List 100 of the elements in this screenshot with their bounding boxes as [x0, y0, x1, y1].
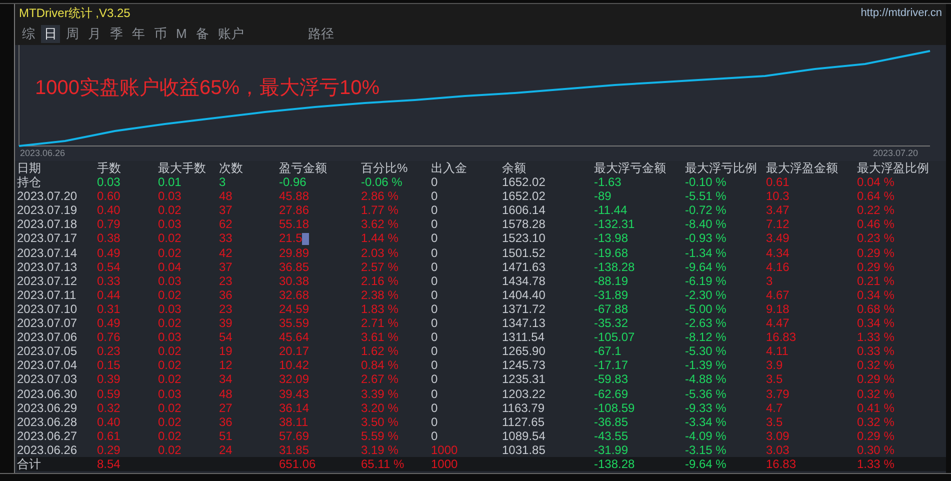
table-cell: 1.83 % — [361, 302, 398, 316]
table-cell: 0.23 % — [857, 231, 894, 246]
table-cell: 3.61 % — [361, 330, 398, 344]
table-cell: 0 — [431, 203, 438, 218]
table-cell: 0.31 — [97, 302, 120, 316]
table-cell: 2.86 % — [361, 189, 398, 204]
table-cell: 0 — [431, 217, 438, 232]
table-cell: 1652.02 — [502, 175, 546, 190]
column-header: 日期 — [17, 161, 42, 176]
table-cell: 0.60 — [97, 189, 120, 204]
table-cell: -9.33 % — [685, 400, 726, 415]
table-cell: -1.39 % — [685, 358, 726, 372]
table-cell: 0 — [431, 414, 438, 429]
tab[interactable]: 路径 — [304, 24, 337, 42]
tab[interactable]: 账户 — [214, 24, 247, 42]
table-cell: -35.32 — [594, 316, 628, 330]
table-cell: 0.02 — [158, 288, 182, 302]
table-cell: 62 — [219, 217, 232, 232]
table-cell: 48 — [219, 189, 232, 204]
table-cell: -31.99 — [594, 442, 628, 457]
table-cell: 0 — [431, 358, 438, 372]
tab[interactable]: 季 — [107, 24, 126, 42]
table-cell: 1.44 % — [361, 231, 398, 246]
table-cell: 0.29 % — [857, 428, 894, 443]
tab[interactable]: 周 — [63, 24, 82, 42]
table-cell: 29.89 — [279, 246, 310, 260]
chart-annotation: 1000实盘账户收益65%，最大浮亏10% — [35, 76, 380, 101]
table-cell: 2.03 % — [361, 246, 398, 260]
table-cell: -0.93 % — [685, 231, 726, 246]
table-cell: 0.79 — [97, 217, 120, 232]
table-cell: 7.12 — [766, 217, 790, 232]
date-cell: 2023.06.27 — [17, 428, 78, 443]
date-cell: 2023.07.04 — [17, 358, 78, 372]
table-cell: -5.00 % — [685, 302, 726, 316]
date-cell: 2023.07.10 — [17, 302, 78, 316]
table-cell: 3.79 — [766, 386, 790, 401]
table-cell: -0.10 % — [685, 175, 726, 190]
table-cell: -5.51 % — [685, 189, 726, 204]
table-cell: 0.02 — [158, 203, 182, 218]
table-cell: 0 — [431, 344, 438, 358]
table-cell: 3 — [766, 274, 773, 288]
table-cell: 0.40 — [97, 203, 120, 218]
tab[interactable]: M — [173, 24, 190, 42]
table-cell: 0.61 — [97, 428, 120, 443]
start-date-label: 2023.06.26 — [20, 147, 66, 160]
date-cell: 2023.07.07 — [17, 316, 78, 330]
table-cell: 1578.28 — [502, 217, 546, 232]
tab[interactable]: 日 — [41, 24, 60, 42]
table-cell: 39 — [219, 316, 232, 330]
table-cell: 39.43 — [279, 386, 310, 401]
table-cell: -5.30 % — [685, 344, 726, 358]
table-cell: 1471.63 — [502, 260, 546, 274]
date-cell: 2023.07.20 — [17, 189, 78, 204]
table-cell: 2.71 % — [361, 316, 398, 330]
table-cell: 0.02 — [158, 442, 182, 457]
tab[interactable]: 备 — [192, 24, 212, 42]
table-cell: 0 — [431, 246, 438, 260]
table-cell: 36 — [219, 288, 232, 302]
table-cell: -1.63 — [594, 175, 622, 190]
table-cell: -0.96 — [279, 175, 306, 190]
table-cell: 54 — [219, 330, 232, 344]
table-cell: 37 — [219, 203, 232, 218]
table-cell: 0.64 % — [857, 189, 894, 204]
table-cell: -31.89 — [594, 288, 628, 302]
table-cell: 0.32 % — [857, 358, 894, 372]
table-cell: 0.02 — [158, 231, 182, 246]
table-cell: 651.06 — [279, 456, 316, 472]
tab[interactable]: 年 — [129, 24, 148, 42]
table-cell: 0.44 — [97, 288, 120, 302]
table-cell: 0.84 % — [361, 358, 398, 372]
website-link[interactable]: http://mtdriver.cn — [860, 4, 942, 22]
table-cell: 0 — [431, 274, 438, 288]
table-cell: 1371.72 — [502, 302, 546, 316]
date-cell: 2023.06.26 — [17, 442, 78, 457]
table-cell: 0.38 — [97, 231, 120, 246]
table-cell: 9.18 — [766, 302, 790, 316]
tab[interactable]: 月 — [85, 24, 104, 42]
table-cell: 10.3 — [766, 189, 790, 204]
table-cell: 34 — [219, 372, 232, 386]
table-cell: 0 — [431, 189, 438, 204]
table-cell: 0.59 — [97, 386, 120, 401]
table-cell: 27.86 — [279, 203, 310, 218]
table-cell: 1606.14 — [502, 203, 546, 218]
table-cell: 42 — [219, 246, 232, 260]
tab[interactable]: 币 — [151, 24, 170, 42]
column-header: 余额 — [502, 161, 527, 176]
table-cell: 0.15 — [97, 358, 120, 372]
table-cell: 1523.10 — [502, 231, 546, 246]
table-cell: 4.16 — [766, 260, 790, 274]
table-cell: 16.83 — [766, 456, 796, 472]
table-cell: 36 — [219, 414, 232, 429]
table-cell: 0.02 — [158, 400, 182, 415]
table-cell: -138.28 — [594, 456, 635, 472]
table-cell: 3.5 — [766, 372, 783, 386]
tab[interactable]: 综 — [19, 24, 38, 42]
table-cell: 0.02 — [158, 372, 182, 386]
date-cell: 2023.07.18 — [17, 217, 78, 232]
table-cell: 1347.13 — [502, 316, 546, 330]
table-cell: 0.21 % — [857, 274, 894, 288]
date-cell: 2023.07.06 — [17, 330, 78, 344]
